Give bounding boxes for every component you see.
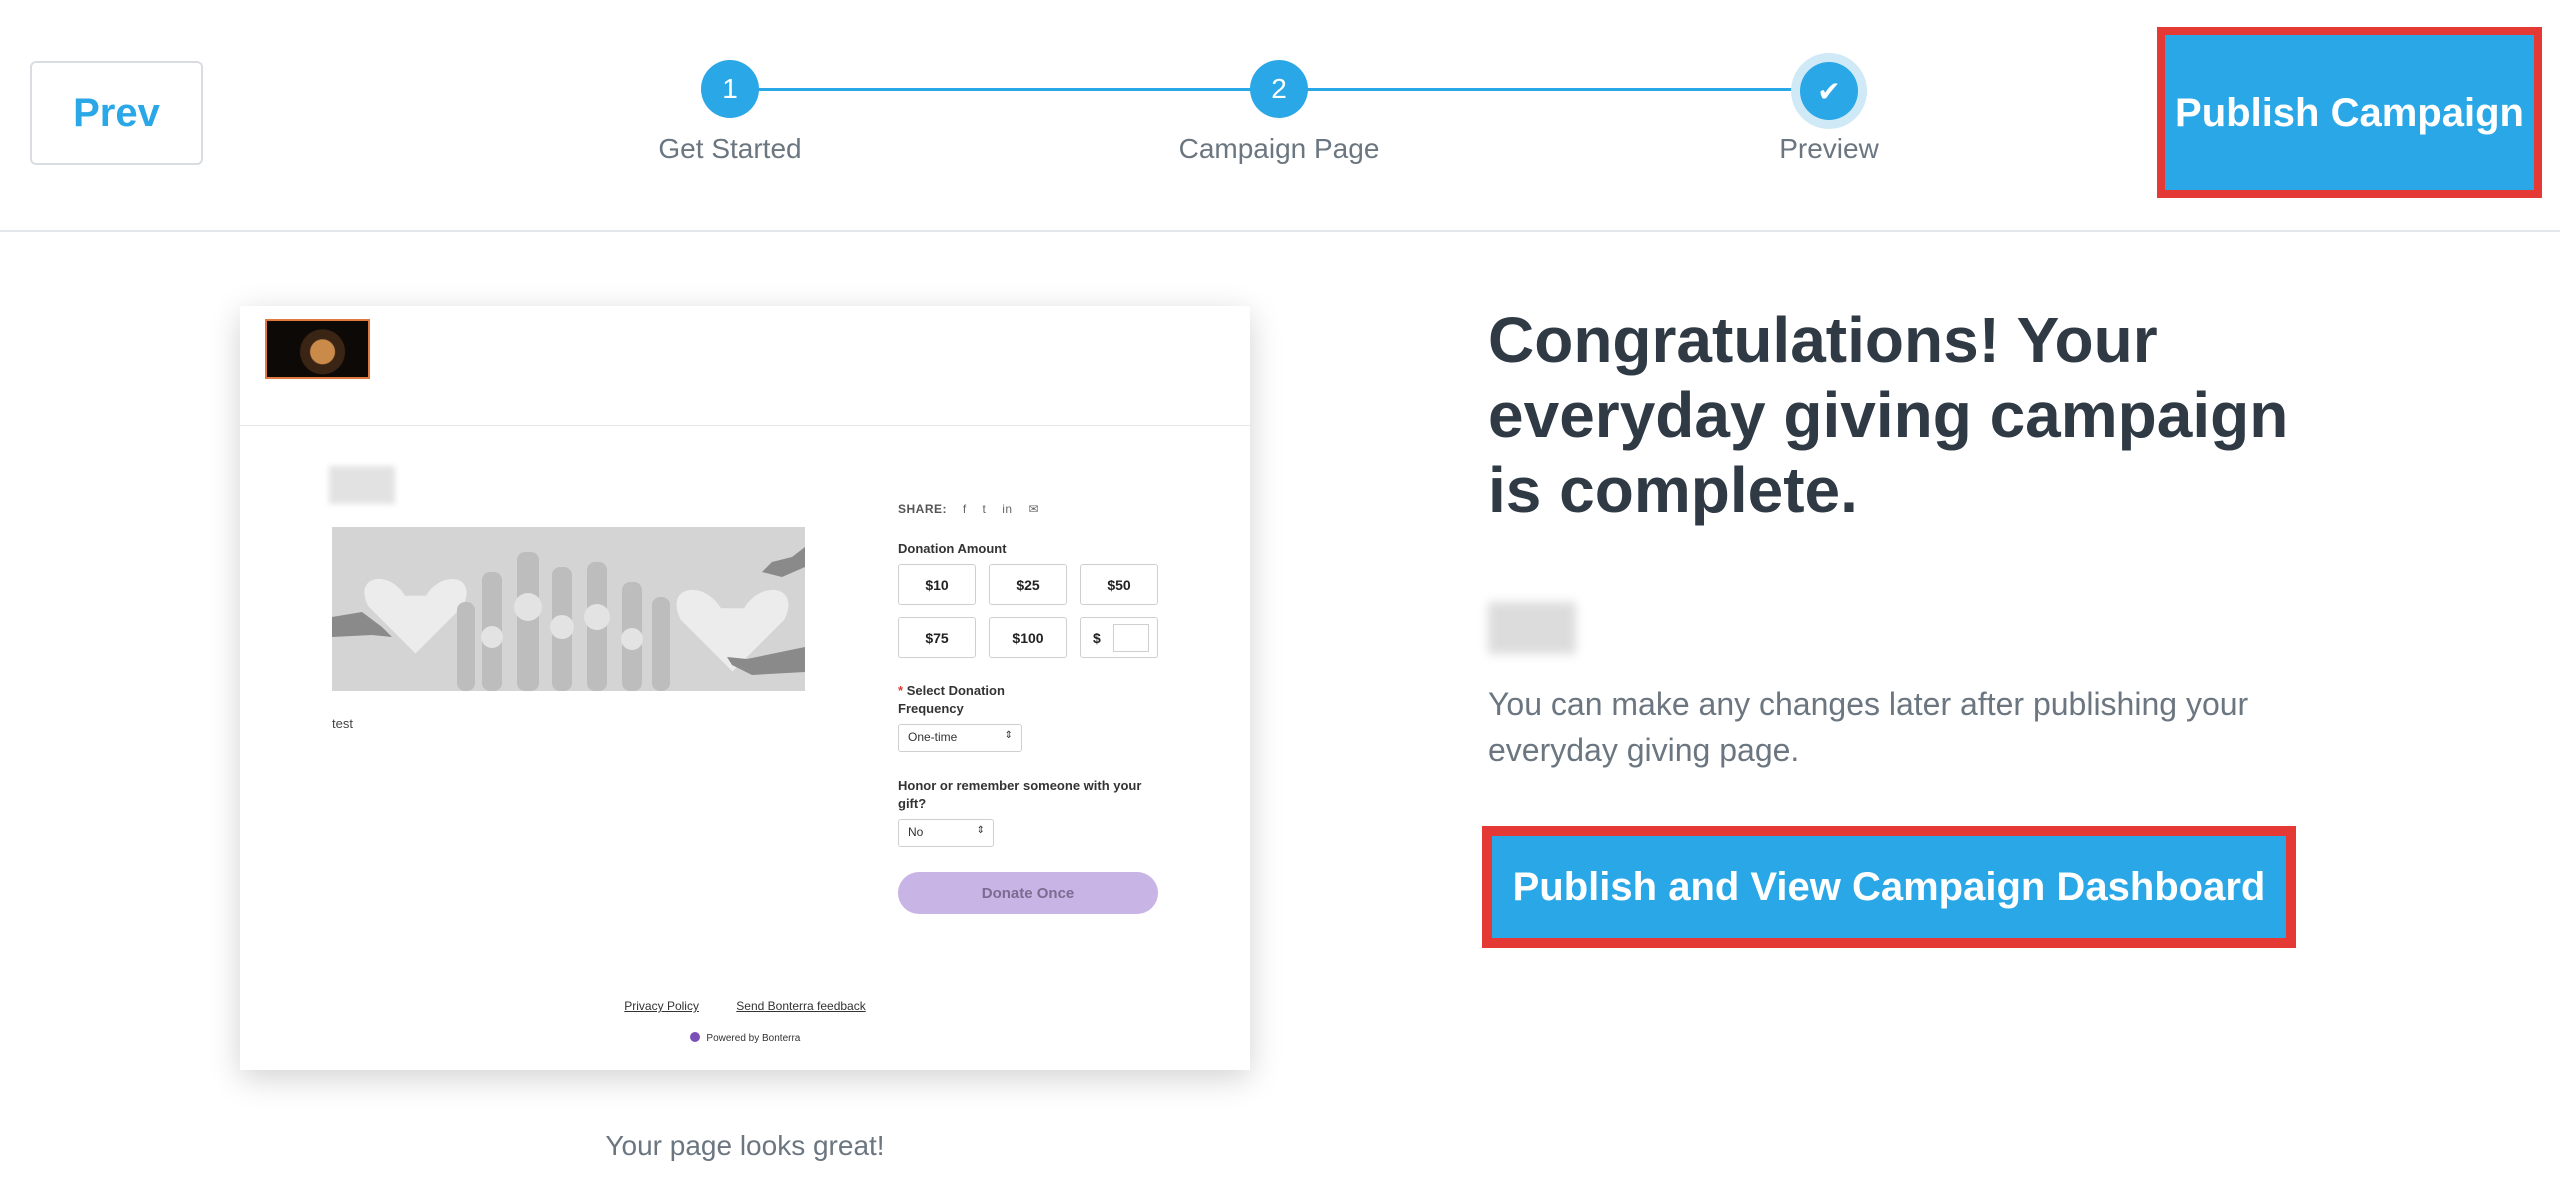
step-3-label: Preview bbox=[1779, 133, 1879, 164]
publish-view-dashboard-button[interactable]: Publish and View Campaign Dashboard bbox=[1482, 826, 2296, 948]
step-2-circle[interactable]: 2 bbox=[1250, 60, 1308, 118]
frequency-select[interactable]: One-time ⇕ bbox=[898, 724, 1022, 752]
step-1-label[interactable]: Get Started bbox=[580, 133, 880, 165]
privacy-policy-link[interactable]: Privacy Policy bbox=[624, 999, 699, 1013]
publish-view-dashboard-label: Publish and View Campaign Dashboard bbox=[1512, 864, 2266, 909]
other-amount-input[interactable] bbox=[1112, 623, 1149, 652]
bonterra-logo-icon bbox=[689, 1032, 700, 1042]
step-3-check-icon: ✔ bbox=[1800, 62, 1858, 120]
congratulations-heading: Congratulations! Your everyday giving ca… bbox=[1488, 304, 2289, 526]
preview-header bbox=[240, 306, 1250, 426]
amount-75-button[interactable]: $75 bbox=[898, 617, 976, 658]
looks-great-caption: Your page looks great! bbox=[605, 1130, 885, 1161]
frequency-value: One-time bbox=[908, 730, 958, 744]
dollar-sign: $ bbox=[1093, 629, 1101, 646]
donate-once-button[interactable]: Donate Once bbox=[898, 872, 1158, 914]
share-bar: SHARE: f t in ✉ bbox=[898, 502, 1039, 516]
prev-button[interactable]: Prev bbox=[30, 61, 203, 165]
blurred-text bbox=[1488, 602, 1576, 654]
powered-by-brand: Bonterra bbox=[762, 1033, 801, 1044]
changes-info-text: You can make any changes later after pub… bbox=[1488, 686, 2249, 768]
hands-hearts-illustration bbox=[332, 527, 805, 691]
wizard-header: Prev 1 Get Started 2 Campaign Page ✔ Pre… bbox=[0, 0, 2560, 232]
select-arrow-icon: ⇕ bbox=[976, 825, 985, 836]
publish-campaign-button[interactable]: Publish Campaign bbox=[2157, 27, 2542, 198]
step-2-label[interactable]: Campaign Page bbox=[1129, 133, 1429, 165]
other-amount-field[interactable]: $ bbox=[1080, 617, 1158, 658]
facebook-icon[interactable]: f bbox=[963, 502, 967, 516]
powered-by-text: Powered by bbox=[706, 1033, 760, 1044]
amount-50-button[interactable]: $50 bbox=[1080, 564, 1158, 605]
required-mark: * bbox=[898, 683, 904, 698]
select-arrow-icon: ⇕ bbox=[1004, 730, 1013, 741]
blurred-title bbox=[329, 466, 395, 504]
email-icon[interactable]: ✉ bbox=[1028, 502, 1039, 516]
share-label: SHARE: bbox=[898, 502, 948, 516]
honor-select[interactable]: No ⇕ bbox=[898, 819, 994, 847]
powered-by: Powered by Bonterra bbox=[240, 1032, 1250, 1044]
send-feedback-link[interactable]: Send Bonterra feedback bbox=[736, 999, 865, 1013]
campaign-description: test bbox=[332, 716, 353, 731]
honor-label: Honor or remember someone with your gift… bbox=[898, 778, 1142, 811]
frequency-label: * Select Donation Frequency bbox=[898, 682, 1038, 718]
organization-logo bbox=[265, 319, 370, 379]
amount-100-button[interactable]: $100 bbox=[989, 617, 1067, 658]
donation-amount-label: Donation Amount bbox=[898, 541, 1007, 556]
publish-campaign-label: Publish Campaign bbox=[2175, 90, 2524, 135]
campaign-page-preview: test SHARE: f t in ✉ Donation Amount $10… bbox=[240, 306, 1250, 1070]
twitter-icon[interactable]: t bbox=[983, 502, 987, 516]
frequency-label-text: Select Donation Frequency bbox=[898, 683, 1005, 716]
amount-10-button[interactable]: $10 bbox=[898, 564, 976, 605]
honor-value: No bbox=[908, 825, 924, 839]
amount-25-button[interactable]: $25 bbox=[989, 564, 1067, 605]
linkedin-icon[interactable]: in bbox=[1002, 502, 1012, 516]
step-1-circle[interactable]: 1 bbox=[701, 60, 759, 118]
campaign-image bbox=[332, 527, 805, 691]
footer-links: Privacy Policy Send Bonterra feedback bbox=[240, 999, 1250, 1013]
